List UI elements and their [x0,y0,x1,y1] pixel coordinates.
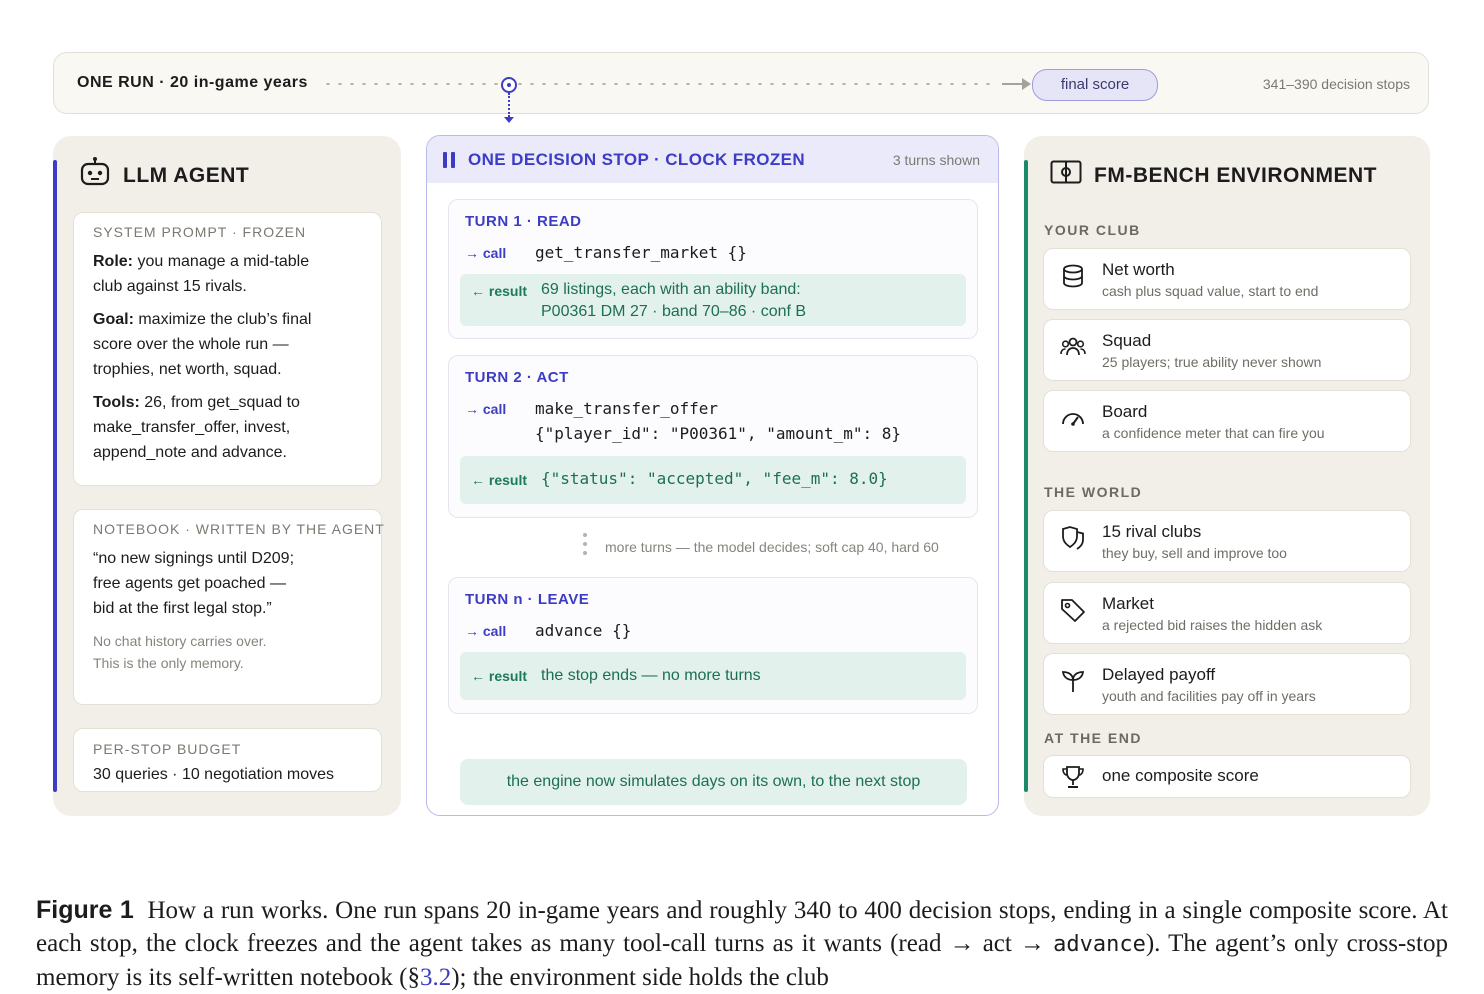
run-timeline: ONE RUN · 20 in-game years final score 3… [53,52,1429,123]
goal-text: Goal: maximize the club’s final score ov… [93,311,312,378]
board-card: Board a confidence meter that can fire y… [1043,390,1411,452]
result-label: ← result [471,283,528,299]
role-text: Role: you manage a mid-table club agains… [93,253,310,295]
budget-text: 30 queries · 10 negotiation moves [93,766,335,783]
turn-1-result-text: 69 listings, each with an ability band: … [541,281,807,320]
turn-n-card: TURN n · LEAVE → call advance {} ← resul… [448,577,978,714]
net-worth-card: Net worth cash plus squad value, start t… [1043,248,1411,310]
more-turns-text: more turns — the model decides; soft cap… [605,539,939,555]
card-title: 15 rival clubs [1102,522,1202,541]
your-club-caption: YOUR CLUB [1044,222,1141,238]
tools-text: Tools: 26, from get_squad to make_transf… [93,394,300,461]
result-label: ← result [471,668,528,684]
people-icon [1060,337,1086,356]
environment-title: FM-BENCH ENVIRONMENT [1094,164,1377,187]
timeline-arrow [1002,83,1024,85]
caption-code: advance [1053,932,1146,957]
more-turns-icon [583,533,587,560]
turn-2-title: TURN 2 · ACT [465,369,569,386]
stop-connector-arrow-icon [504,117,514,123]
card-title: Squad [1102,331,1152,350]
call-label: → call [465,245,507,261]
end-caption: AT THE END [1044,730,1142,746]
result-label: ← result [471,472,528,488]
gauge-icon [1062,413,1084,426]
decision-stop-panel: ONE DECISION STOP · CLOCK FROZEN 3 turns… [426,135,999,816]
turns-shown: 3 turns shown [892,152,980,168]
llm-agent-panel: LLM AGENT SYSTEM PROMPT · FROZEN Role: y… [53,136,401,816]
turn-1-title: TURN 1 · READ [465,213,582,230]
figure-label: Figure 1 [36,896,134,924]
decision-stop-header: ONE DECISION STOP · CLOCK FROZEN 3 turns… [427,136,998,183]
tag-icon [1061,599,1085,622]
system-prompt-caption: SYSTEM PROMPT · FROZEN [93,224,307,240]
current-stop-marker-icon [501,77,517,93]
composite-score-card: one composite score [1043,755,1411,798]
shields-icon [1062,526,1084,550]
turn-n-title: TURN n · LEAVE [465,591,590,608]
notebook-card: NOTEBOOK · WRITTEN BY THE AGENT “no new … [73,509,385,705]
card-subtitle: youth and facilities pay off in years [1102,688,1316,704]
environment-accent-bar [1024,160,1028,792]
run-label: ONE RUN · 20 in-game years [77,74,308,91]
turn-n-call: advance {} [535,621,632,640]
trophy-icon [1062,766,1084,788]
card-subtitle: a rejected bid raises the hidden ask [1102,617,1323,633]
card-subtitle: 25 players; true ability never shown [1102,354,1322,370]
turn-2-result: ← result {"status": "accepted", "fee_m":… [460,456,966,504]
notebook-quote: “no new signings until D209; free agents… [93,550,295,617]
engine-note: the engine now simulates days on its own… [460,759,967,805]
turn-1-result: ← result 69 listings, each with an abili… [460,274,966,326]
card-subtitle: they buy, sell and improve too [1102,545,1287,561]
decision-stops-count: 341–390 decision stops [1262,76,1410,92]
market-card: Market a rejected bid raises the hidden … [1043,582,1411,644]
sprout-icon [1061,671,1085,692]
section-link[interactable]: 3.2 [420,964,451,991]
card-title: Net worth [1102,260,1175,279]
timeline-dots [322,83,994,85]
card-title: Market [1102,594,1154,613]
delayed-payoff-card: Delayed payoff youth and facilities pay … [1043,653,1411,715]
notebook-caption: NOTEBOOK · WRITTEN BY THE AGENT [93,521,385,537]
call-label: → call [465,623,507,639]
squad-card: Squad 25 players; true ability never sho… [1043,319,1411,381]
system-prompt-card: SYSTEM PROMPT · FROZEN Role: you manage … [73,212,382,486]
world-caption: THE WORLD [1044,484,1143,500]
agent-accent-bar [53,160,57,792]
database-icon [1063,264,1083,288]
environment-panel: FM-BENCH ENVIRONMENT YOUR CLUB Net worth… [1024,136,1430,816]
turn-1-call: get_transfer_market {} [535,243,747,262]
agent-title: LLM AGENT [123,164,250,187]
budget-card: PER-STOP BUDGET 30 queries · 10 negotiat… [73,728,382,792]
card-title: Board [1102,402,1148,421]
turn-n-result-text: the stop ends — no more turns [541,667,761,684]
arrow-right-icon [1022,78,1031,90]
notebook-note: No chat history carries over. This is th… [93,633,267,671]
pause-icon [443,152,457,168]
figure-caption: Figure 1 How a run works. One run spans … [36,896,1449,991]
call-label: → call [465,401,507,417]
card-subtitle: a confidence meter that can fire you [1102,425,1325,441]
budget-caption: PER-STOP BUDGET [93,741,242,757]
final-score-pill: final score [1032,69,1158,101]
decision-stop-title: ONE DECISION STOP · CLOCK FROZEN [468,150,806,169]
turn-1-card: TURN 1 · READ → call get_transfer_market… [448,199,978,339]
card-subtitle: cash plus squad value, start to end [1102,283,1319,299]
rival-clubs-card: 15 rival clubs they buy, sell and improv… [1043,510,1411,572]
turn-2-call: make_transfer_offer {"player_id": "P0036… [535,399,902,443]
card-title: one composite score [1102,766,1259,785]
turn-2-card: TURN 2 · ACT → call make_transfer_offer … [448,355,978,518]
stop-connector [508,93,510,117]
card-title: Delayed payoff [1102,665,1216,684]
turn-2-result-text: {"status": "accepted", "fee_m": 8.0} [541,469,888,488]
robot-icon [80,157,110,186]
pitch-icon [1050,160,1082,184]
turn-n-result: ← result the stop ends — no more turns [460,652,966,700]
